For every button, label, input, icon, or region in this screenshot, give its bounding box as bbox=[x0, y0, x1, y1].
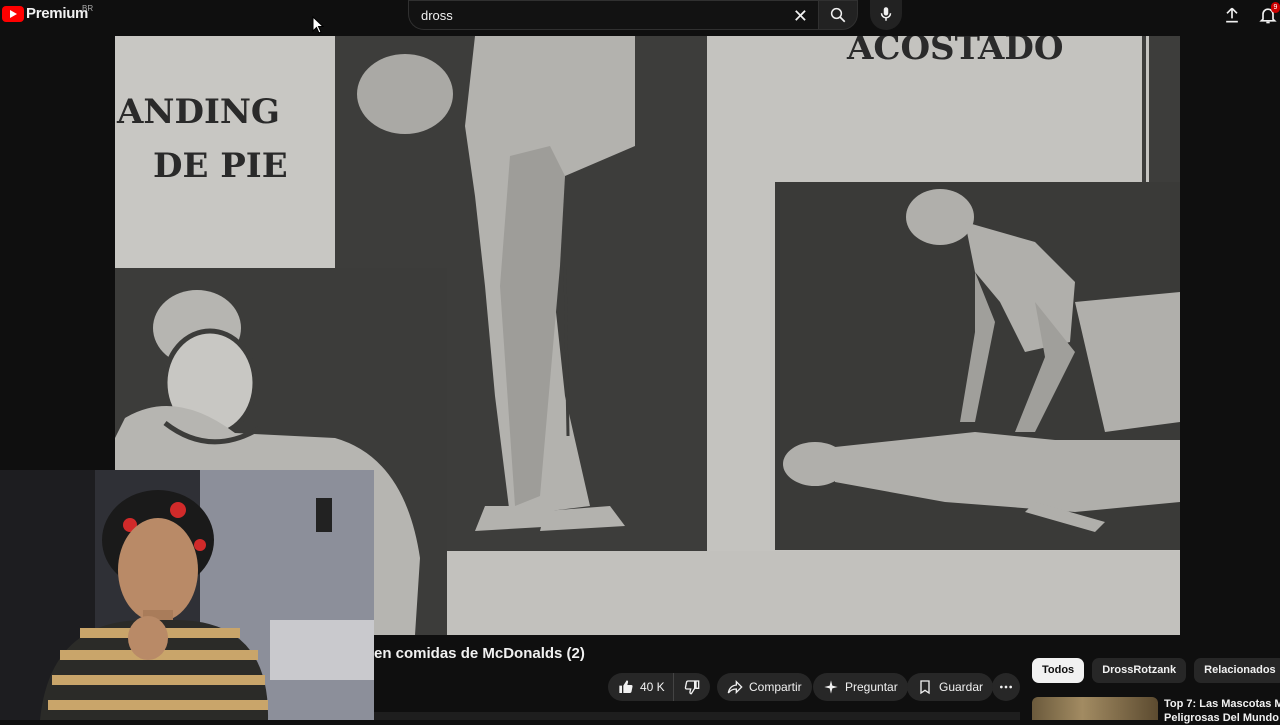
video-text-de-pie: DE PIE bbox=[153, 146, 288, 186]
cpr-illustration bbox=[783, 189, 1180, 532]
logo-country-code: BR bbox=[82, 4, 94, 13]
save-group: Guardar bbox=[907, 673, 994, 701]
youtube-premium-logo[interactable]: Premium BR bbox=[2, 4, 93, 22]
ask-button[interactable]: Preguntar bbox=[813, 673, 908, 701]
recommended-video-title[interactable]: Top 7: Las Mascotas Má Peligrosas Del Mu… bbox=[1164, 697, 1280, 725]
search-icon bbox=[830, 7, 846, 23]
video-title: en comidas de McDonalds (2) bbox=[374, 645, 585, 662]
voice-search-button[interactable] bbox=[870, 0, 902, 30]
thumbs-down-icon bbox=[684, 680, 700, 695]
upload-icon[interactable] bbox=[1222, 5, 1242, 25]
chip-drossrotzank[interactable]: DrossRotzank bbox=[1092, 658, 1187, 683]
video-bottom-strip bbox=[447, 551, 1180, 635]
ask-label: Preguntar bbox=[845, 680, 898, 694]
microphone-icon bbox=[880, 7, 892, 21]
more-actions-group bbox=[992, 673, 1020, 701]
webcam-overlay bbox=[0, 470, 374, 720]
clear-search-icon[interactable]: ✕ bbox=[793, 6, 808, 27]
search-button[interactable] bbox=[818, 0, 858, 30]
more-actions-button[interactable] bbox=[992, 673, 1020, 701]
bookmark-icon bbox=[920, 680, 930, 695]
chip-todos[interactable]: Todos bbox=[1032, 658, 1085, 683]
ask-group: Preguntar bbox=[813, 673, 908, 701]
video-text-standing: ANDING bbox=[117, 92, 280, 132]
share-arrow-icon bbox=[727, 680, 743, 694]
dislike-button[interactable] bbox=[672, 673, 710, 701]
mouse-cursor-icon bbox=[312, 16, 324, 34]
video-text-acostado: ACOSTADO bbox=[847, 36, 1064, 68]
recommendation-filter-chips: Todos DrossRotzank Relacionados Pa bbox=[1032, 658, 1280, 683]
top-bar: Premium BR dross ✕ 9 bbox=[0, 0, 1280, 36]
notification-count-badge: 9 bbox=[1271, 2, 1280, 13]
like-count: 40 K bbox=[640, 680, 665, 694]
share-button[interactable]: Compartir bbox=[717, 673, 812, 701]
like-dislike-group: 40 K bbox=[608, 673, 710, 701]
save-button[interactable]: Guardar bbox=[907, 673, 994, 701]
logo-text: Premium bbox=[26, 5, 89, 22]
like-button[interactable]: 40 K bbox=[608, 673, 673, 701]
recommended-video-thumbnail[interactable] bbox=[1032, 697, 1158, 720]
streamer-webcam-image bbox=[0, 470, 374, 720]
sparkle-icon bbox=[824, 680, 838, 694]
more-horizontal-icon bbox=[1000, 685, 1012, 689]
chip-relacionados[interactable]: Relacionados bbox=[1194, 658, 1280, 683]
description-box[interactable] bbox=[374, 712, 1020, 720]
video-panel-cpr-figure bbox=[775, 182, 1180, 550]
thumbs-up-icon bbox=[619, 680, 633, 693]
share-label: Compartir bbox=[749, 680, 802, 694]
search-input[interactable]: dross ✕ bbox=[408, 0, 818, 30]
youtube-play-icon bbox=[2, 5, 24, 22]
recommended-title-line-2: Peligrosas Del Mundo II bbox=[1164, 712, 1280, 724]
recommended-title-line-1: Top 7: Las Mascotas Má bbox=[1164, 698, 1280, 710]
search-value[interactable]: dross bbox=[421, 8, 453, 23]
save-label: Guardar bbox=[939, 680, 984, 694]
share-group: Compartir bbox=[717, 673, 812, 701]
